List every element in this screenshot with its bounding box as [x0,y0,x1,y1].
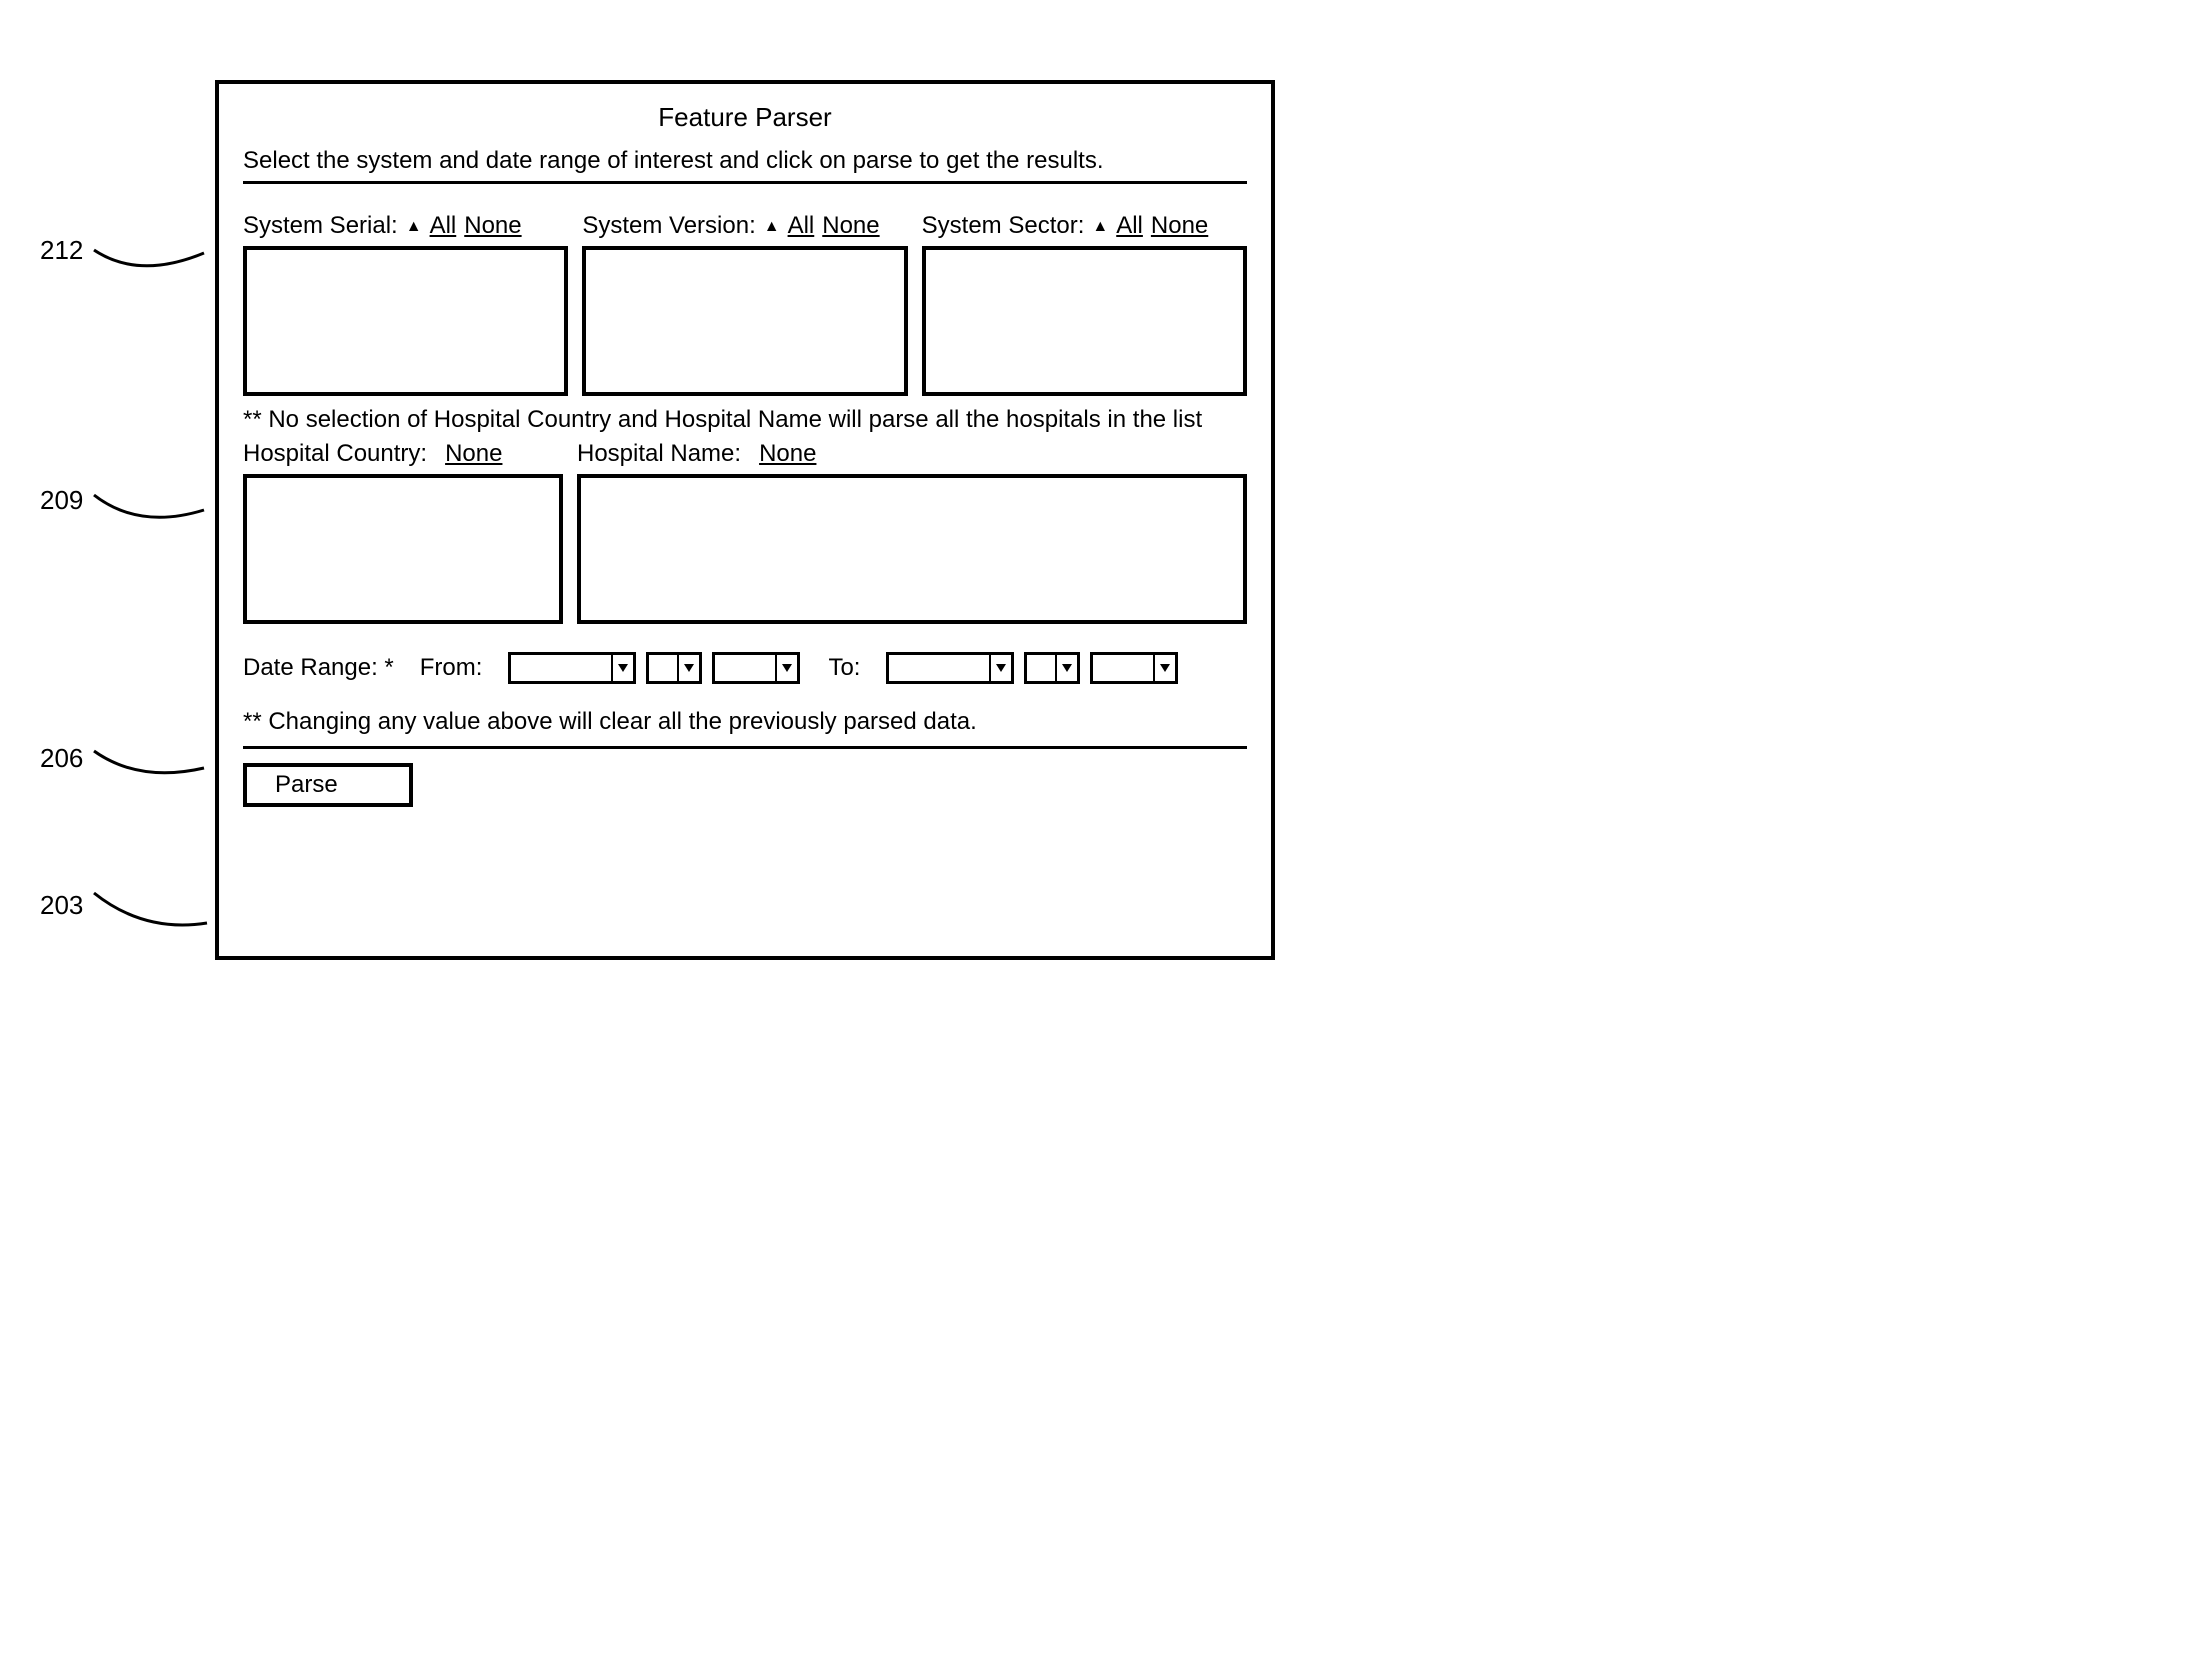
system-serial-none-link[interactable]: None [464,212,521,240]
chevron-down-icon [1055,655,1077,681]
system-version-listbox[interactable] [582,246,907,396]
to-month-select[interactable] [886,652,1014,684]
caret-up-icon[interactable]: ▲ [406,218,422,236]
callout-212-label: 212 [40,235,83,266]
system-serial-label: System Serial: [243,212,398,240]
from-month-select[interactable] [508,652,636,684]
warning-block: ** Changing any value above will clear a… [243,708,1247,749]
system-sector-all-link[interactable]: All [1116,212,1143,240]
system-version-all-link[interactable]: All [788,212,815,240]
parse-button[interactable]: Parse [243,763,413,807]
hospital-name-group: Hospital Name: None [577,440,1247,624]
to-year-select[interactable] [1090,652,1178,684]
hospital-country-group: Hospital Country: None [243,440,563,624]
callout-203: 203 [40,875,209,935]
warning-text: ** Changing any value above will clear a… [243,708,1247,736]
system-serial-group: System Serial: ▲ All None [243,212,568,396]
chevron-down-icon [1153,655,1175,681]
feature-parser-dialog: Feature Parser Select the system and dat… [215,80,1275,960]
dialog-title: Feature Parser [243,102,1247,133]
parse-button-label: Parse [275,771,338,799]
system-sector-group: System Sector: ▲ All None [922,212,1247,396]
date-from-label: From: [420,654,483,682]
system-version-none-link[interactable]: None [822,212,879,240]
system-version-label: System Version: [582,212,755,240]
chevron-down-icon [775,655,797,681]
caret-up-icon[interactable]: ▲ [764,218,780,236]
callout-212: 212 [40,225,209,275]
instruction-block: Select the system and date range of inte… [243,147,1247,184]
date-to-label: To: [828,654,860,682]
from-day-select[interactable] [646,652,702,684]
callout-203-label: 203 [40,890,83,921]
hospital-country-listbox[interactable] [243,474,563,624]
hospital-note: ** No selection of Hospital Country and … [243,406,1247,434]
chevron-down-icon [989,655,1011,681]
system-sector-label: System Sector: [922,212,1085,240]
chevron-down-icon [611,655,633,681]
date-range-label: Date Range: * [243,654,394,682]
hospital-name-none-link[interactable]: None [759,440,816,468]
callout-209-label: 209 [40,485,83,516]
instruction-text: Select the system and date range of inte… [243,147,1247,175]
hospital-country-none-link[interactable]: None [445,440,502,468]
hospital-name-label: Hospital Name: [577,440,741,468]
date-range-row: Date Range: * From: To: [243,652,1247,684]
system-serial-all-link[interactable]: All [430,212,457,240]
hospital-filters-row: Hospital Country: None Hospital Name: No… [243,440,1247,624]
system-serial-listbox[interactable] [243,246,568,396]
callout-206: 206 [40,733,209,783]
chevron-down-icon [677,655,699,681]
to-day-select[interactable] [1024,652,1080,684]
system-filters-row: System Serial: ▲ All None System Version… [243,212,1247,396]
hospital-name-listbox[interactable] [577,474,1247,624]
hospital-country-label: Hospital Country: [243,440,427,468]
system-sector-none-link[interactable]: None [1151,212,1208,240]
caret-up-icon[interactable]: ▲ [1092,218,1108,236]
system-version-group: System Version: ▲ All None [582,212,907,396]
system-sector-listbox[interactable] [922,246,1247,396]
from-year-select[interactable] [712,652,800,684]
callout-206-label: 206 [40,743,83,774]
callout-209: 209 [40,475,209,525]
